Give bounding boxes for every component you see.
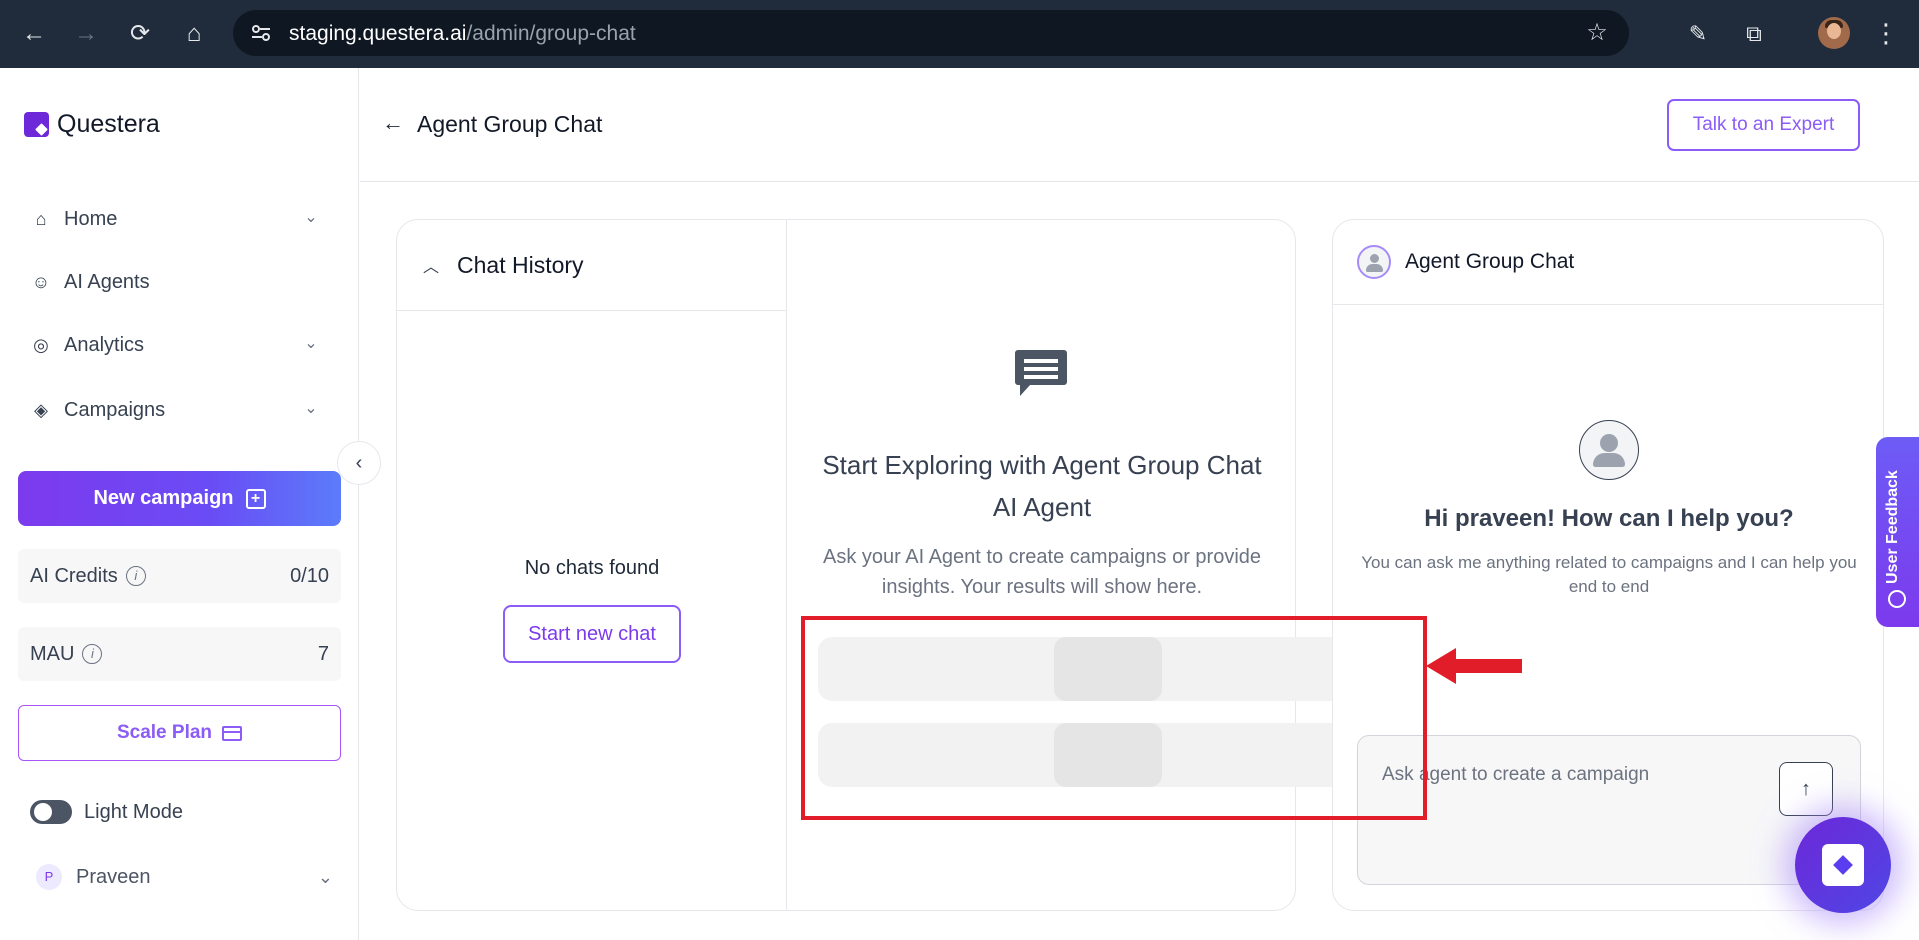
new-campaign-label: New campaign <box>93 487 234 509</box>
user-avatar: P <box>36 864 62 890</box>
chevron-down-icon: ⌄ <box>304 400 318 417</box>
scale-plan-button[interactable]: Scale Plan <box>18 705 341 761</box>
start-new-chat-button[interactable]: Start new chat <box>503 605 681 663</box>
forward-icon[interactable]: → <box>68 16 104 52</box>
questera-logo-icon <box>24 111 49 137</box>
sidebar-item-label: Campaigns <box>64 398 166 421</box>
back-icon[interactable]: ← <box>16 16 52 52</box>
collapse-sidebar-button[interactable]: ‹ <box>337 441 381 485</box>
talk-to-expert-button[interactable]: Talk to an Expert <box>1667 99 1860 151</box>
analytics-icon: ◎ <box>33 335 49 355</box>
chat-launcher-button[interactable] <box>1795 817 1891 913</box>
back-arrow-icon[interactable]: ← <box>380 110 406 136</box>
ai-credits-value: 0/10 <box>290 564 329 587</box>
user-name: Praveen <box>76 865 151 888</box>
sidebar-item-label: Home <box>64 207 118 230</box>
sidebar-item-home[interactable]: ⌂ Home ⌄ <box>18 197 336 241</box>
user-feedback-label: User Feedback <box>1884 470 1901 584</box>
questera-logo-icon <box>1822 844 1864 886</box>
agent-chat-title: Agent Group Chat <box>1405 250 1575 273</box>
sidebar: Questera ⌂ Home ⌄ ☺ AI Agents ◎ Analytic… <box>0 68 359 940</box>
home-icon: ⌂ <box>35 209 47 229</box>
sidebar-item-analytics[interactable]: ◎ Analytics ⌄ <box>18 323 336 367</box>
reload-icon[interactable]: ⟳ <box>122 16 158 52</box>
info-icon[interactable]: i <box>125 566 146 586</box>
chat-input[interactable] <box>1382 760 1762 790</box>
layers-icon: ◈ <box>34 400 48 420</box>
sidebar-item-campaigns[interactable]: ◈ Campaigns ⌄ <box>18 388 336 432</box>
eyedropper-icon[interactable]: ✎ <box>1680 16 1716 52</box>
site-info-icon[interactable] <box>249 21 273 45</box>
user-avatar-icon <box>1579 420 1639 480</box>
brand-logo[interactable]: Questera <box>24 108 160 140</box>
light-mode-label: Light Mode <box>84 800 183 823</box>
chat-bubble-icon <box>1015 350 1067 396</box>
user-menu[interactable]: P Praveen ⌄ <box>18 855 341 899</box>
sidebar-item-label: AI Agents <box>64 270 150 293</box>
results-title: Start Exploring with Agent Group Chat AI… <box>822 450 1262 522</box>
agent-chat-header: Agent Group Chat <box>1333 220 1883 305</box>
chevron-down-icon: ⌄ <box>304 209 318 226</box>
sidebar-item-label: Analytics <box>64 333 145 356</box>
brand-name: Questera <box>57 109 160 138</box>
user-feedback-tab[interactable]: User Feedback <box>1876 437 1919 627</box>
agent-avatar-icon <box>1357 245 1391 279</box>
profile-avatar[interactable] <box>1818 17 1850 49</box>
chat-history-header[interactable]: ︿ Chat History <box>397 220 787 311</box>
send-arrow-up-icon[interactable]: ↑ <box>1779 762 1833 816</box>
credit-card-icon <box>222 725 243 741</box>
light-mode-toggle-row: Light Mode <box>30 798 183 826</box>
sidebar-item-ai-agents[interactable]: ☺ AI Agents <box>18 260 336 304</box>
browser-menu-icon[interactable]: ⋮ <box>1872 16 1900 52</box>
annotation-arrow-icon <box>1426 648 1522 684</box>
mau-value: 7 <box>317 642 329 665</box>
plus-square-icon: + <box>245 488 266 509</box>
greeting-text: Hi praveen! How can I help you? <box>1424 505 1794 532</box>
page-title: Agent Group Chat <box>417 111 603 137</box>
no-chats-text: No chats found <box>524 557 660 579</box>
url-text: staging.questera.ai/admin/group-chat <box>289 22 636 45</box>
light-mode-toggle[interactable] <box>30 800 72 824</box>
ai-credits-label: AI Credits <box>30 564 118 587</box>
mau-row: MAU i 7 <box>18 627 341 681</box>
address-bar[interactable]: staging.questera.ai/admin/group-chat ☆ <box>233 10 1629 56</box>
extensions-icon[interactable]: ⧉ <box>1736 16 1772 52</box>
info-icon[interactable]: i <box>82 644 103 664</box>
chat-input-box: ↑ <box>1357 735 1861 885</box>
browser-toolbar: ← → ⟳ ⌂ staging.questera.ai/admin/group-… <box>0 0 1919 68</box>
home-nav-icon[interactable]: ⌂ <box>176 16 212 52</box>
chat-history-title: Chat History <box>457 251 584 278</box>
chat-history-panel: ︿ Chat History No chats found Start new … <box>397 220 787 910</box>
ai-credits-row: AI Credits i 0/10 <box>18 549 341 603</box>
chevron-down-icon: ⌄ <box>317 866 333 887</box>
scale-plan-label: Scale Plan <box>116 722 213 743</box>
bookmark-star-icon[interactable]: ☆ <box>1583 19 1611 47</box>
page-header: ← Agent Group Chat Talk to an Expert <box>360 68 1919 182</box>
results-subtitle: Ask your AI Agent to create campaigns or… <box>822 546 1262 598</box>
annotation-highlight-box <box>801 616 1427 820</box>
chevron-up-icon: ︿ <box>423 259 440 276</box>
feedback-bubble-icon <box>1888 590 1906 608</box>
bot-icon: ☺ <box>31 272 51 292</box>
mau-label: MAU <box>30 642 75 665</box>
chevron-down-icon: ⌄ <box>304 335 318 352</box>
new-campaign-button[interactable]: New campaign + <box>18 471 341 526</box>
greeting-subtext: You can ask me anything related to campa… <box>1361 553 1857 596</box>
